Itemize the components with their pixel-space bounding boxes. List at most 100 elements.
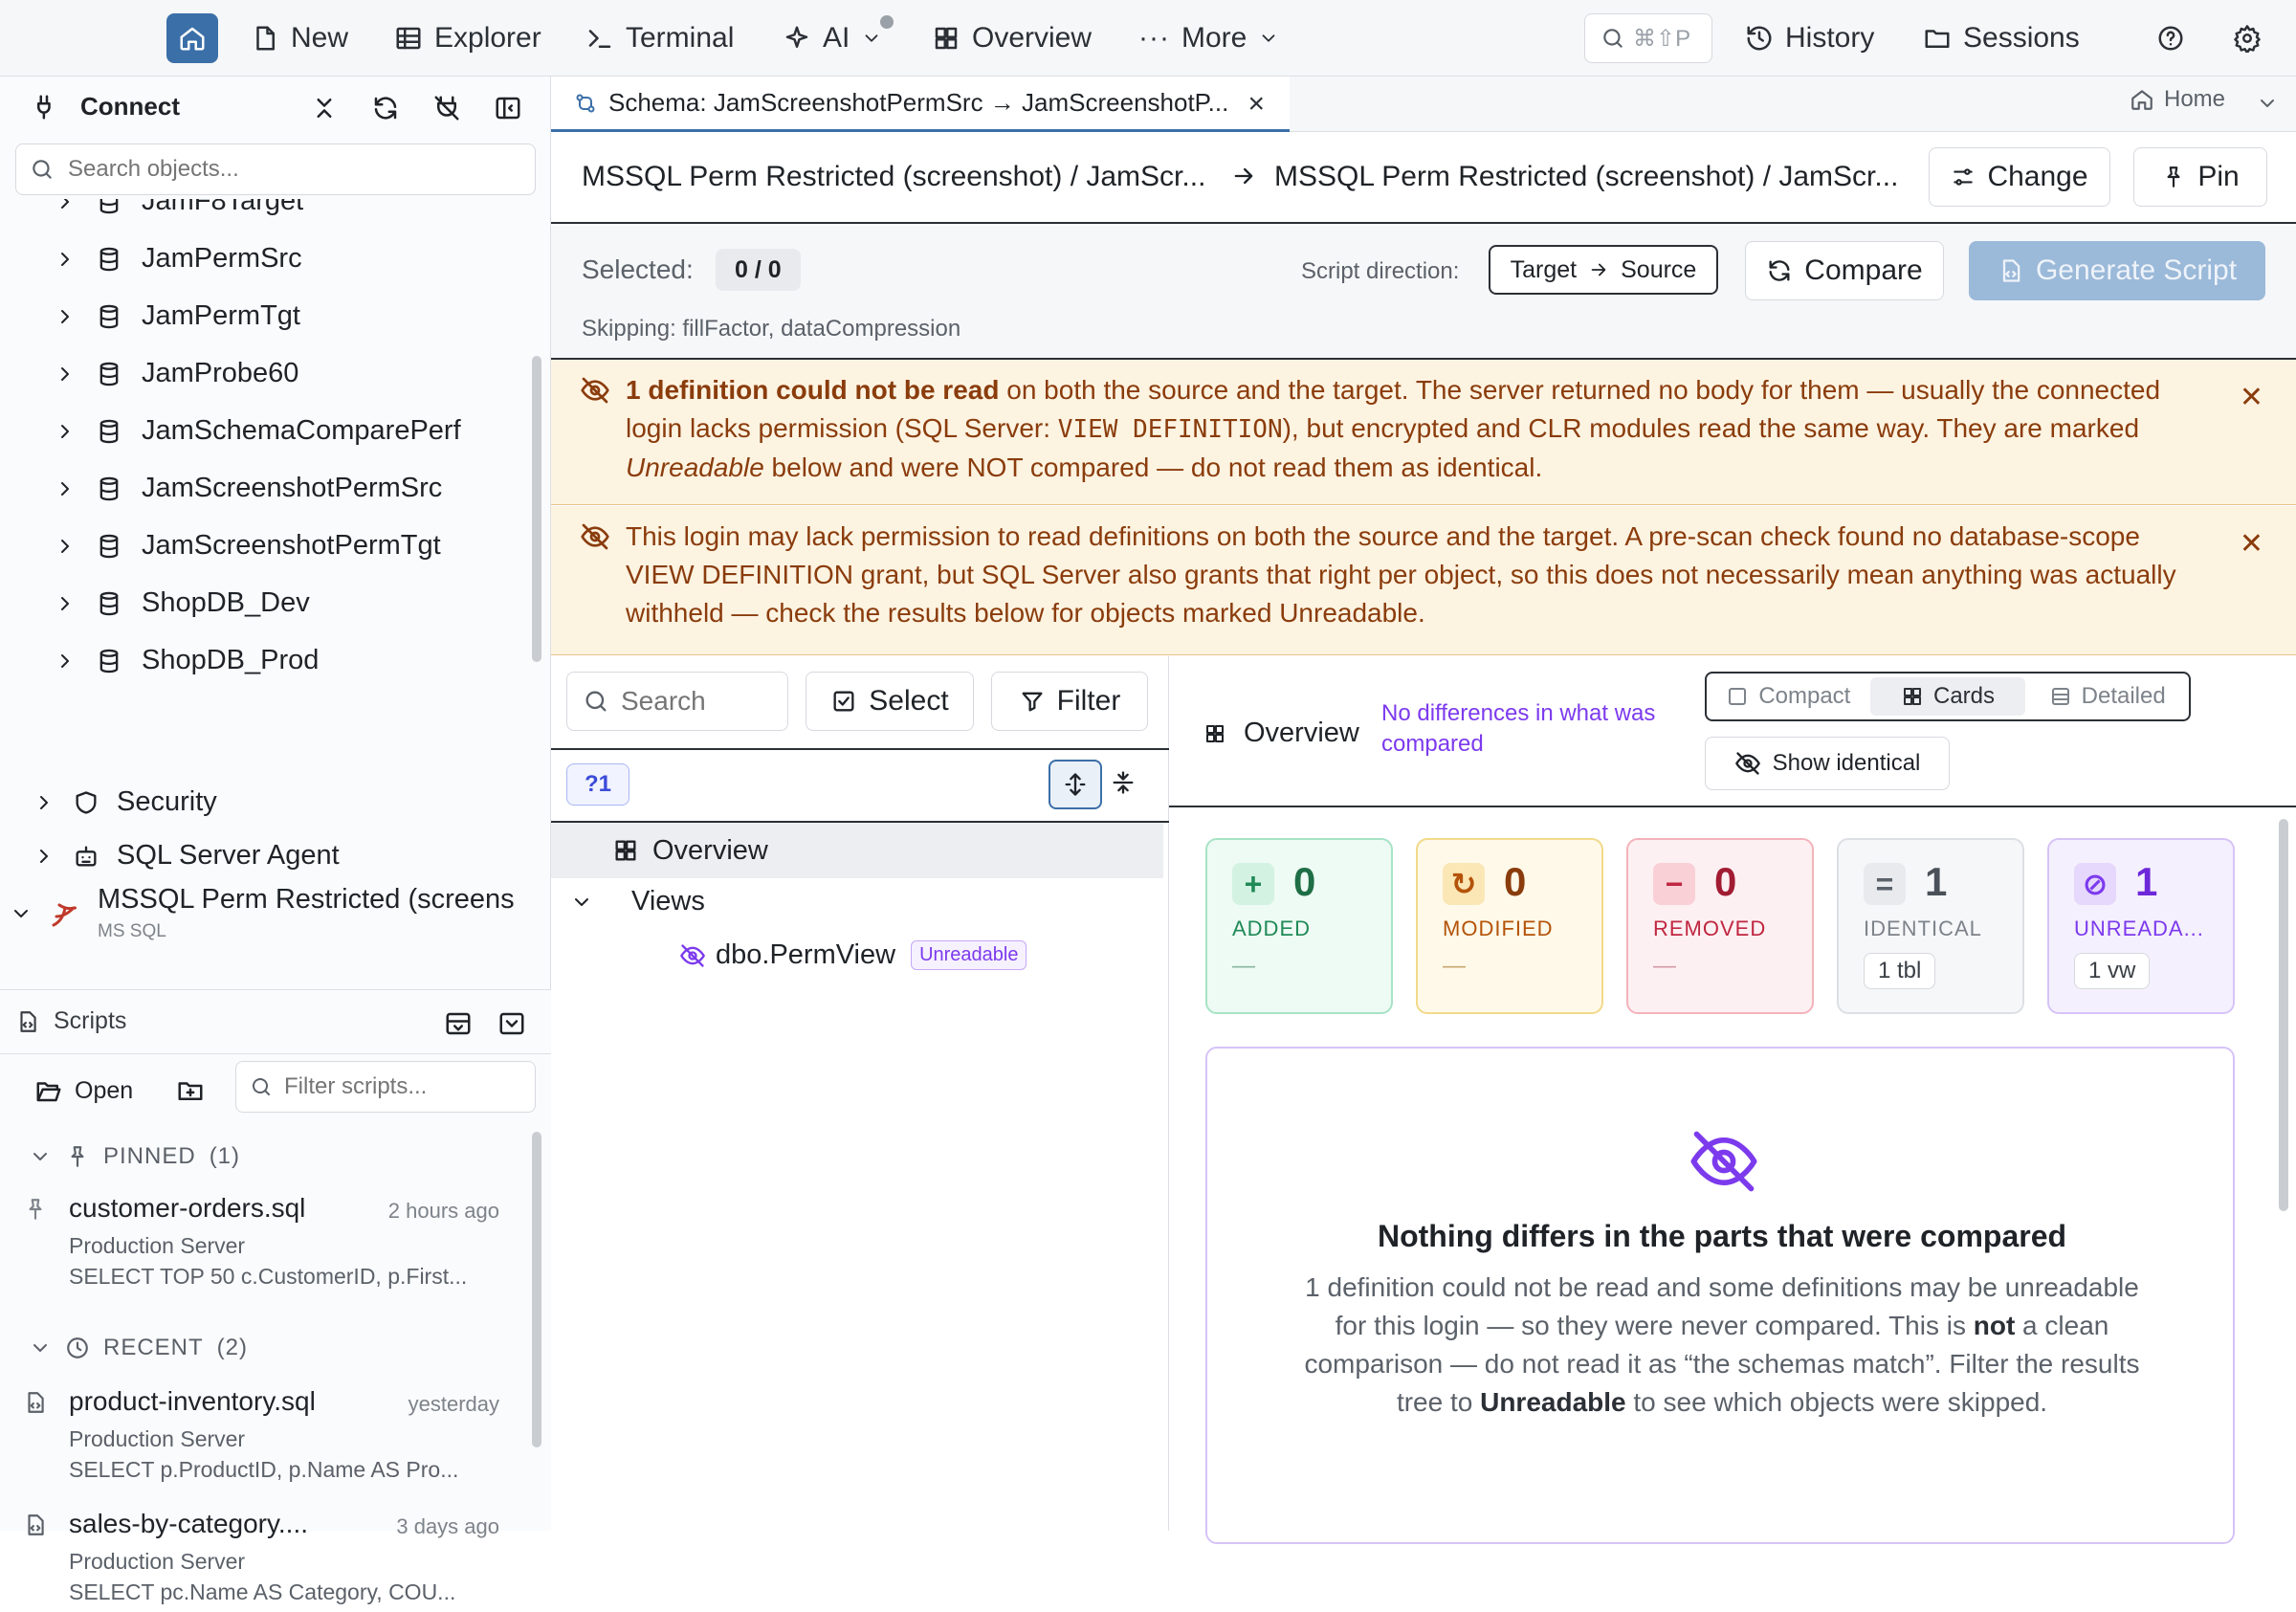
unreadable-warning-banner: 1 definition could not be read on both t… bbox=[551, 360, 2296, 505]
scripts-panel: Scripts Open PINNED (1) customer-orders.… bbox=[0, 989, 551, 1604]
added-glyph: + bbox=[1232, 863, 1274, 905]
home-button[interactable] bbox=[166, 13, 218, 63]
object-tree: JamF8Target JamPermSrc JamPermTgt JamProbe6… bbox=[0, 199, 536, 983]
generate-script-button[interactable]: Generate Script bbox=[1969, 241, 2265, 300]
source-connection[interactable]: MSSQL Perm Restricted (screenshot) / Jam… bbox=[582, 161, 1205, 193]
home-icon bbox=[178, 24, 207, 53]
settings-button[interactable] bbox=[2233, 13, 2262, 63]
help-button[interactable] bbox=[2156, 13, 2185, 63]
select-button[interactable]: Select bbox=[806, 672, 974, 731]
view-mode-cards[interactable]: Cards bbox=[1869, 677, 2026, 716]
pin-button[interactable]: Pin bbox=[2133, 147, 2267, 207]
desc-part3: to see which objects were skipped. bbox=[1625, 1387, 2048, 1417]
collapse-vertical-icon[interactable] bbox=[1110, 769, 1137, 796]
chevron-down-icon[interactable] bbox=[2256, 92, 2279, 115]
view-mode-compact[interactable]: Compact bbox=[1711, 677, 1866, 716]
recent-section-header[interactable]: RECENT (2) bbox=[29, 1335, 248, 1361]
scripts-scrollbar[interactable] bbox=[532, 1132, 541, 1447]
explorer-button[interactable]: Explorer bbox=[394, 13, 541, 63]
view-mode-detailed[interactable]: Detailed bbox=[2029, 677, 2185, 716]
banner-em: Unreadable bbox=[626, 453, 764, 482]
new-button[interactable]: New bbox=[251, 13, 348, 63]
tree-scrollbar[interactable] bbox=[532, 356, 541, 662]
close-icon[interactable]: × bbox=[1247, 88, 1265, 121]
agent-label: SQL Server Agent bbox=[117, 840, 340, 871]
removed-count: 0 bbox=[1714, 859, 1737, 904]
sessions-button[interactable]: Sessions bbox=[1923, 13, 2080, 63]
selected-label: Selected: bbox=[582, 254, 694, 284]
identical-card[interactable]: = 1 IDENTICAL 1 tbl bbox=[1837, 838, 2024, 1014]
server-node[interactable]: MSSQL Perm Restricted (screens MS SQL bbox=[10, 884, 515, 942]
sidebar-toggle-icon[interactable] bbox=[494, 94, 522, 122]
disconnect-icon[interactable] bbox=[432, 94, 461, 122]
history-button[interactable]: History bbox=[1745, 13, 1874, 63]
tree-item-overview[interactable]: Overview bbox=[551, 823, 1163, 878]
terminal-button[interactable]: Terminal bbox=[585, 13, 734, 63]
modified-glyph: ↻ bbox=[1443, 863, 1485, 905]
unread-filter-badge[interactable]: ?1 bbox=[566, 763, 629, 806]
tree-node-security[interactable]: Security bbox=[33, 786, 217, 818]
more-menu-button[interactable]: ··· More bbox=[1138, 13, 1279, 63]
expand-all-button[interactable] bbox=[1049, 760, 1102, 809]
tab-schema-compare[interactable]: Schema: JamScreenshotPermSrc → JamScreen… bbox=[551, 77, 1290, 132]
eye-off-icon bbox=[580, 521, 610, 552]
refresh-icon[interactable] bbox=[371, 94, 400, 122]
new-folder-icon[interactable] bbox=[176, 1076, 205, 1105]
command-search-button[interactable]: ⌘⇧P bbox=[1584, 13, 1712, 63]
pinned-section-header[interactable]: PINNED (1) bbox=[29, 1143, 240, 1170]
tree-node-database[interactable]: JamPermSrc bbox=[54, 243, 302, 275]
show-identical-button[interactable]: Show identical bbox=[1705, 737, 1950, 790]
unreadable-card[interactable]: ⊘ 1 UNREADA... 1 vw bbox=[2047, 838, 2235, 1014]
removed-card[interactable]: − 0 REMOVED — bbox=[1626, 838, 1814, 1014]
target-connection[interactable]: MSSQL Perm Restricted (screenshot) / Jam… bbox=[1274, 161, 1898, 193]
banner-part2: ), but encrypted and CLR modules read th… bbox=[1282, 413, 2140, 443]
tree-node-database[interactable]: JamPermTgt bbox=[54, 300, 300, 332]
script-file-icon bbox=[15, 1009, 40, 1034]
tree-node-database[interactable]: ShopDB_Dev bbox=[54, 587, 310, 619]
script-direction-toggle[interactable]: Target Source bbox=[1489, 245, 1718, 295]
panel-minimize-icon[interactable] bbox=[497, 1009, 526, 1038]
tree-item-view[interactable]: dbo.PermView Unreadable bbox=[679, 939, 1027, 971]
grid-icon bbox=[932, 24, 960, 53]
close-icon[interactable]: ✕ bbox=[2240, 379, 2263, 417]
empty-description: 1 definition could not be read and some … bbox=[1303, 1269, 2141, 1422]
tree-node-database[interactable]: JamF8Target bbox=[54, 199, 303, 217]
home-breadcrumb[interactable]: Home bbox=[2130, 86, 2225, 113]
tree-search-field[interactable] bbox=[566, 672, 788, 731]
panel-collapse-icon[interactable] bbox=[444, 1009, 473, 1038]
tree-node-database[interactable]: ShopDB_Prod bbox=[54, 645, 319, 676]
close-icon[interactable]: ✕ bbox=[2240, 525, 2263, 563]
script-item[interactable]: sales-by-category.... 3 days ago Product… bbox=[0, 1497, 536, 1612]
tree-node-sql-agent[interactable]: SQL Server Agent bbox=[33, 840, 340, 872]
overview-label: Overview bbox=[652, 834, 768, 866]
tree-node-database[interactable]: JamProbe60 bbox=[54, 358, 298, 389]
unreadable-sub: 1 vw bbox=[2074, 953, 2151, 989]
tree-search-input[interactable] bbox=[621, 686, 774, 717]
script-item[interactable]: customer-orders.sql 2 hours ago Producti… bbox=[0, 1181, 536, 1296]
compare-header: MSSQL Perm Restricted (screenshot) / Jam… bbox=[551, 132, 2296, 224]
overview-button[interactable]: Overview bbox=[932, 13, 1092, 63]
filter-scripts-input[interactable] bbox=[284, 1073, 523, 1100]
unreadable-label: UNREADA... bbox=[2074, 916, 2204, 940]
filter-button[interactable]: Filter bbox=[991, 672, 1148, 731]
collapse-all-icon[interactable] bbox=[310, 94, 339, 122]
terminal-icon bbox=[585, 24, 614, 53]
tree-node-database[interactable]: JamScreenshotPermTgt bbox=[54, 530, 441, 562]
tree-group-views[interactable]: Views bbox=[570, 886, 705, 917]
modified-card[interactable]: ↻ 0 MODIFIED — bbox=[1416, 838, 1603, 1014]
compare-button[interactable]: Compare bbox=[1745, 241, 1944, 300]
ai-button[interactable]: AI bbox=[783, 13, 894, 63]
added-card[interactable]: + 0 ADDED — bbox=[1205, 838, 1393, 1014]
tree-node-database[interactable]: JamSchemaComparePerf bbox=[54, 415, 461, 447]
overview-scrollbar[interactable] bbox=[2279, 819, 2288, 1211]
script-direction-label: Script direction: bbox=[1301, 258, 1460, 284]
filter-scripts-field[interactable] bbox=[235, 1061, 536, 1113]
change-button[interactable]: Change bbox=[1929, 147, 2110, 207]
script-server: Production Server bbox=[69, 1549, 246, 1574]
square-icon bbox=[1726, 685, 1749, 708]
script-item[interactable]: product-inventory.sql yesterday Producti… bbox=[0, 1375, 536, 1490]
tree-node-database[interactable]: JamScreenshotPermSrc bbox=[54, 473, 442, 504]
object-search-input[interactable] bbox=[68, 156, 518, 183]
open-script-button[interactable]: Open bbox=[34, 1076, 133, 1105]
object-search-field[interactable] bbox=[15, 144, 536, 195]
